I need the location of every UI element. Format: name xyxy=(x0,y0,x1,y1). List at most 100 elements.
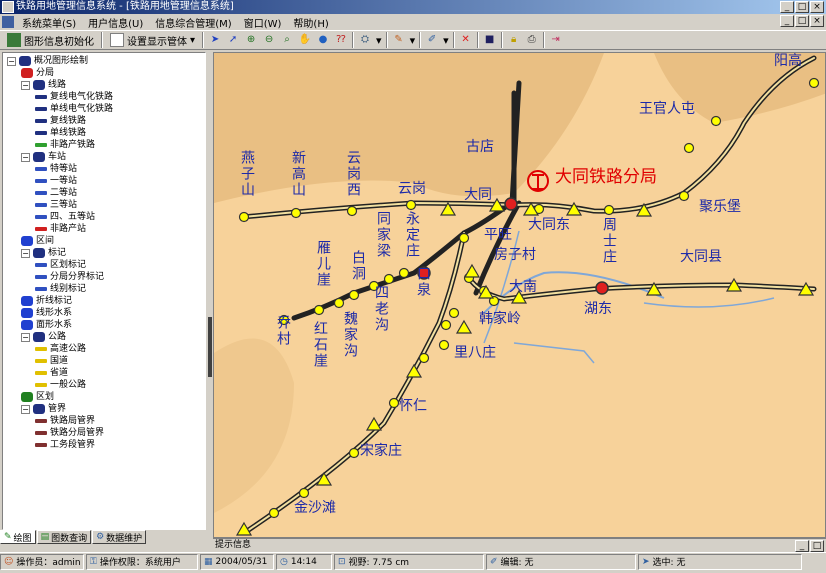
tree-expander-icon[interactable]: − xyxy=(21,152,30,162)
station-label[interactable]: 雁儿崖 xyxy=(314,240,331,288)
panel-minimize-button[interactable]: _ xyxy=(795,540,809,552)
tree-item-ordinary-road[interactable]: 一般公路 xyxy=(35,379,86,391)
tree-item-single-rail[interactable]: 单线铁路 xyxy=(35,127,86,139)
station-label[interactable]: 周士庄 xyxy=(600,217,617,265)
station-label[interactable]: 同家梁 xyxy=(374,211,391,259)
tree-item-provincial-road[interactable]: 省道 xyxy=(35,367,68,379)
tree-item-bureau[interactable]: 分局 xyxy=(21,67,54,79)
delete-icon[interactable]: ✕ xyxy=(459,33,473,47)
child-maximize-button[interactable]: □ xyxy=(795,15,809,27)
tree-item-mark[interactable]: − 标记 xyxy=(21,247,66,259)
station-label[interactable]: 永定庄 xyxy=(403,211,420,259)
exit-icon[interactable]: ⇥ xyxy=(549,33,563,47)
station-label[interactable]: 王官人屯 xyxy=(639,101,695,118)
tree-expander-icon[interactable]: − xyxy=(21,404,30,414)
dropdown-arrow-icon[interactable]: ▾ xyxy=(376,34,382,47)
station-label[interactable]: 大南 xyxy=(509,279,537,296)
station-label[interactable]: 聚乐堡 xyxy=(699,199,741,216)
station-label[interactable]: 大同 xyxy=(464,187,492,204)
menu-window[interactable]: 窗口(W) xyxy=(238,15,288,30)
panel-maximize-button[interactable]: □ xyxy=(810,540,824,552)
zoom-window-icon[interactable]: ⌕ xyxy=(280,33,294,47)
info-query-icon[interactable]: ⁇ xyxy=(334,33,348,47)
station-label[interactable]: 阳高 xyxy=(774,53,802,70)
child-close-button[interactable]: × xyxy=(810,15,824,27)
tree-item-line-water[interactable]: 线形水系 xyxy=(21,307,72,319)
tree-item-special-station[interactable]: 特等站 xyxy=(35,163,77,175)
select-tool-icon[interactable]: ➚ xyxy=(226,33,240,47)
zoom-in-icon[interactable]: ⊕ xyxy=(244,33,258,47)
zoom-out-icon[interactable]: ⊖ xyxy=(262,33,276,47)
select-arrow-icon[interactable]: ➤ xyxy=(208,33,222,47)
tree-item-area-water[interactable]: 面形水系 xyxy=(21,319,72,331)
station-label[interactable]: 怀仁 xyxy=(399,398,427,415)
menu-info-management[interactable]: 信息综合管理(M) xyxy=(149,15,237,30)
station-label[interactable]: 白洞 xyxy=(349,250,366,282)
tree-item-fourth-station[interactable]: 四、五等站 xyxy=(35,211,95,223)
full-view-globe-icon[interactable]: ● xyxy=(316,33,330,47)
close-button[interactable]: × xyxy=(810,1,824,13)
tree-item-non-railway-station[interactable]: 非路产站 xyxy=(35,223,86,235)
dropdown-arrow-icon[interactable]: ▾ xyxy=(410,34,416,47)
edit-tool-icon[interactable]: ✎ xyxy=(392,33,406,47)
station-label[interactable]: 乔村 xyxy=(274,315,291,347)
tree-item-double-electric-rail[interactable]: 复线电气化铁路 xyxy=(35,91,113,103)
station-label[interactable]: 红石崖 xyxy=(311,321,328,369)
station-label[interactable]: 宋家庄 xyxy=(360,443,402,460)
dropdown-arrow-icon[interactable]: ▾ xyxy=(443,34,449,47)
tree-item-second-station[interactable]: 二等站 xyxy=(35,187,77,199)
print-icon[interactable]: ⎙ xyxy=(525,33,539,47)
menu-help[interactable]: 帮助(H) xyxy=(287,15,334,30)
child-minimize-button[interactable]: _ xyxy=(780,15,794,27)
tree-item-line-mark[interactable]: 线别标记 xyxy=(35,283,86,295)
layer-tool-icon[interactable]: ⛭ xyxy=(358,33,372,47)
station-label[interactable]: 大同县 xyxy=(680,249,722,266)
menu-system[interactable]: 系统菜单(S) xyxy=(16,15,82,30)
station-label[interactable]: 口泉 xyxy=(414,266,431,298)
tree-item-non-railway[interactable]: 非路产铁路 xyxy=(35,139,95,151)
tree-expander-icon[interactable]: − xyxy=(21,80,30,90)
menu-user-info[interactable]: 用户信息(U) xyxy=(82,15,149,30)
tree-expander-icon[interactable]: − xyxy=(21,332,30,342)
splitter-grip[interactable] xyxy=(208,317,212,377)
tree-item-works-boundary[interactable]: 工务段管界 xyxy=(35,439,95,451)
station-label[interactable]: 古店 xyxy=(466,139,494,156)
station-label[interactable]: 云岗西 xyxy=(344,150,361,198)
tab-query[interactable]: ▤ 图数查询 xyxy=(36,530,92,544)
tree-expander-icon[interactable]: − xyxy=(7,56,16,66)
station-label[interactable]: 大同东 xyxy=(528,217,570,234)
tree-item-first-station[interactable]: 一等站 xyxy=(35,175,77,187)
tree-item-station[interactable]: − 车站 xyxy=(21,151,66,163)
tree-item-expressway[interactable]: 高速公路 xyxy=(35,343,86,355)
station-label[interactable]: 韩家岭 xyxy=(479,311,521,328)
station-label[interactable]: 新高山 xyxy=(289,150,306,198)
tree-item-single-electric-rail[interactable]: 单线电气化铁路 xyxy=(35,103,113,115)
tree-item-double-rail[interactable]: 复线铁路 xyxy=(35,115,86,127)
tree-item-map-root[interactable]: − 概况图形绘制 xyxy=(7,55,88,67)
tree-item-third-station[interactable]: 三等站 xyxy=(35,199,77,211)
station-label[interactable]: 四老沟 xyxy=(372,285,389,333)
tree-item-boundary[interactable]: − 管界 xyxy=(21,403,66,415)
tree-item-bureau-border-mark[interactable]: 分局分界标记 xyxy=(35,271,104,283)
tree-item-sub-bureau-boundary[interactable]: 铁路分局管界 xyxy=(35,427,104,439)
station-label[interactable]: 平旺 xyxy=(484,227,512,244)
tree-item-district[interactable]: 区划 xyxy=(21,391,54,403)
tree-item-railway-bureau-boundary[interactable]: 铁路局管界 xyxy=(35,415,95,427)
tree-item-polyline-mark[interactable]: 折线标记 xyxy=(21,295,72,307)
tree-expander-icon[interactable]: − xyxy=(21,248,30,258)
station-label[interactable]: 燕子山 xyxy=(238,150,255,198)
pan-hand-icon[interactable]: ✋ xyxy=(298,33,312,47)
tree-item-line[interactable]: − 线路 xyxy=(21,79,66,91)
station-label[interactable]: 湖东 xyxy=(584,301,612,318)
tree-item-section[interactable]: 区间 xyxy=(21,235,54,247)
map-view[interactable]: 阳高王官人屯古店燕子山 新高山 云岗西云岗 大同大同东 周士庄 聚乐堡同家梁 永定庄 平旺房子… xyxy=(213,52,826,538)
tree-item-national-road[interactable]: 国道 xyxy=(35,355,68,367)
lock-icon[interactable]: 🔒︎ xyxy=(507,33,521,47)
station-label[interactable]: 云岗 xyxy=(398,181,426,198)
display-settings-button[interactable]: 设置显示管体 ▾ xyxy=(107,32,198,48)
tab-data-maintenance[interactable]: ⚙ 数据维护 xyxy=(92,530,147,544)
tab-draw[interactable]: ✎ 绘图 xyxy=(0,530,36,544)
draw-tool-icon[interactable]: ✐ xyxy=(425,33,439,47)
station-label[interactable]: 房子村 xyxy=(494,247,536,264)
tree-item-road[interactable]: − 公路 xyxy=(21,331,66,343)
